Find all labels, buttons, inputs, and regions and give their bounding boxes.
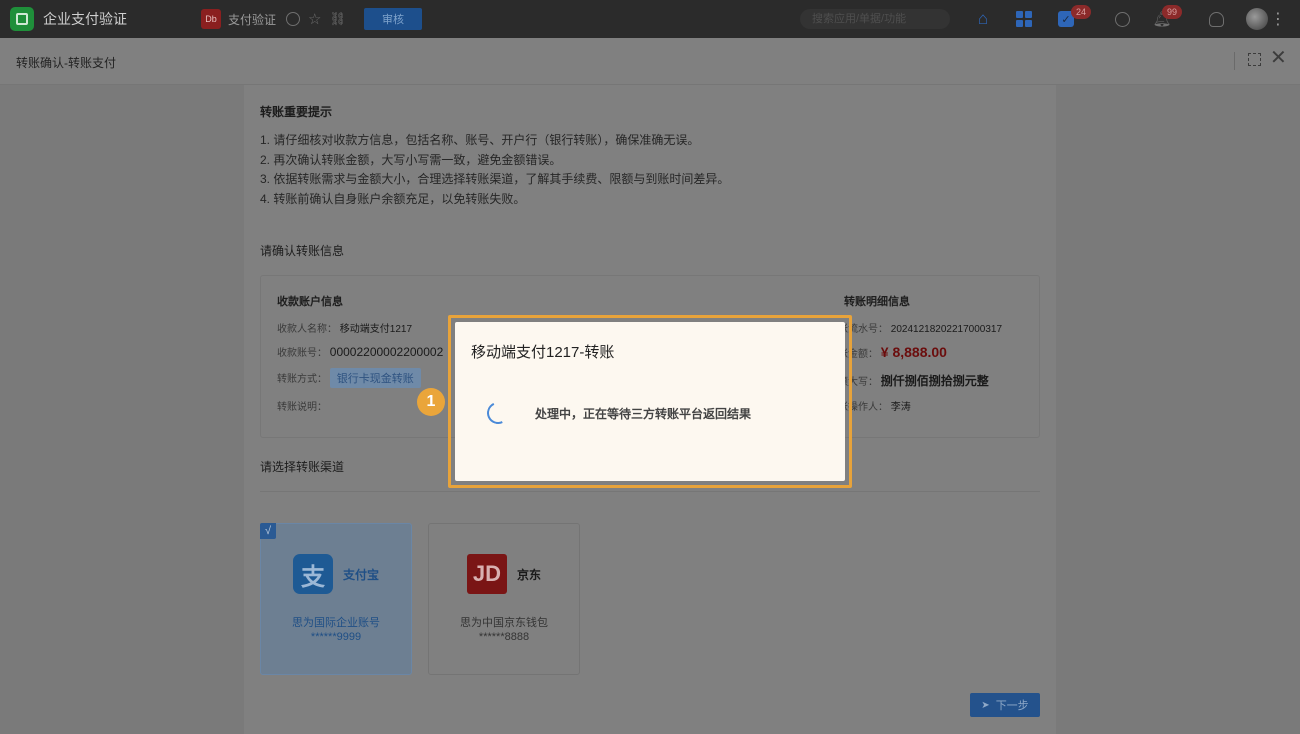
processing-dialog: 移动端支付1217-转账 处理中，正在等待三方转账平台返回结果 [455,322,845,481]
app-logo-icon [10,7,34,31]
receiver-name-value: 移动端支付1217 [339,324,413,335]
tab-title[interactable]: 支付验证 [228,11,276,28]
receiver-info-title: 收款账户信息 [277,296,343,308]
confirm-section-title: 请确认转账信息 [260,244,345,258]
approve-button[interactable]: 审核 [363,8,422,30]
receiver-name-label: 收款人名称： [277,324,337,335]
todo-count-badge: 24 [1071,5,1091,19]
tip-item: 3. 依据转账需求与金额大小，合理选择转账渠道，了解其手续费、限额与到账时间差异… [260,172,730,186]
transfer-remark-label: 转账说明： [277,402,327,413]
top-bar: 企业支付验证 Db 支付验证 ☆ ⛓ 审核 [0,0,1300,38]
tab-app-icon[interactable]: Db [201,9,221,29]
apps-button[interactable] [1014,0,1034,38]
add-button[interactable] [1112,0,1132,38]
section-divider [260,491,1040,492]
tips-title: 转账重要提示 [260,105,333,119]
amount-cn-value: 捌仟捌佰捌拾捌元整 [880,374,989,388]
channel-name: 京东 [516,567,541,582]
tip-item: 4. 转账前确认自身账户余额充足，以免转账失败。 [260,191,526,206]
selected-check-icon: √ [260,523,276,539]
dialog-message: 处理中，正在等待三方转账平台返回结果 [535,407,752,421]
channel-name: 支付宝 [342,567,379,582]
serial-row: 转账流水号： 20241218202217000317 [828,320,1002,335]
tip-item: 2. 再次确认转账金额，大写小写需一致，避免金额错误。 [260,152,562,167]
transfer-method-tag: 银行卡现金转账 [329,368,421,388]
channel-section-title: 请选择转账渠道 [260,460,345,474]
settings-icon[interactable] [286,12,301,26]
tip-item: 1. 请仔细核对收款方信息，包括名称、账号、开户行（银行转账），确保准确无误。 [260,133,700,147]
header-divider [1234,52,1235,70]
next-step-button[interactable]: ➤ 下一步 [970,693,1040,717]
star-icon[interactable]: ☆ [308,10,321,28]
breadcrumb: 转账确认-转账支付 [16,56,116,70]
avatar [1246,8,1268,30]
channel-card-alipay[interactable]: √ 支 支付宝 思为国际企业账号 ******9999 [260,523,412,675]
receiver-account-value: 00002200002200002 [329,345,444,359]
transfer-remark-row: 转账说明： [277,398,327,413]
serial-value: 20241218202217000317 [890,324,1003,335]
amount-cn-row: 金额大写： 捌仟捌佰捌拾捌元整 [828,372,989,389]
more-vertical-icon: ⋮ [1270,11,1286,28]
channel-account-name: 思为中国京东钱包 [460,617,548,629]
user-icon [1208,11,1224,27]
channel-account-name: 思为国际企业账号 [292,617,380,629]
notification-count-badge: 99 [1162,5,1182,19]
next-step-label: 下一步 [995,700,1029,712]
more-menu-button[interactable]: ⋮ [1270,0,1286,38]
transfer-method-label: 转账方式： [277,374,327,385]
amount-value: ¥ 8,888.00 [880,344,947,360]
close-icon[interactable]: ✕ [1270,48,1287,68]
app-title: 企业支付验证 [43,11,127,27]
global-search-input[interactable]: 搜索应用/单据/功能 [800,9,950,29]
transfer-method-row: 转账方式： 银行卡现金转账 [277,368,421,388]
send-arrow-icon: ➤ [981,699,990,711]
fullscreen-icon[interactable] [1248,53,1261,66]
receiver-account-row: 收款账号： 00002200002200002 [277,344,443,359]
operator-value: 李涛 [890,402,911,413]
home-icon: ⌂ [977,9,989,28]
receiver-account-label: 收款账号： [277,348,327,359]
channel-account-no: ******8888 [478,631,530,643]
jd-logo-icon: JD [466,554,507,594]
dialog-title: 移动端支付1217-转账 [471,344,615,361]
alipay-logo-icon: 支 [292,554,333,594]
loading-spinner-icon [483,398,513,428]
tips-list: 1. 请仔细核对收款方信息，包括名称、账号、开户行（银行转账），确保准确无误。 … [260,131,729,209]
detail-info-title: 转账明细信息 [844,296,910,308]
receiver-name-row: 收款人名称： 移动端支付1217 [277,320,412,335]
avatar-button[interactable] [1244,0,1270,38]
plus-circle-icon [1114,11,1130,27]
page-header: 转账确认-转账支付 ✕ [0,38,1300,85]
step-number-badge: 1 [417,388,445,416]
contacts-button[interactable] [1206,0,1226,38]
apps-grid-icon [1016,11,1032,27]
channel-card-jd[interactable]: JD 京东 思为中国京东钱包 ******8888 [428,523,580,675]
home-button[interactable]: ⌂ [972,0,994,38]
channel-account-no: ******9999 [310,631,362,643]
link-icon[interactable]: ⛓ [329,11,346,27]
